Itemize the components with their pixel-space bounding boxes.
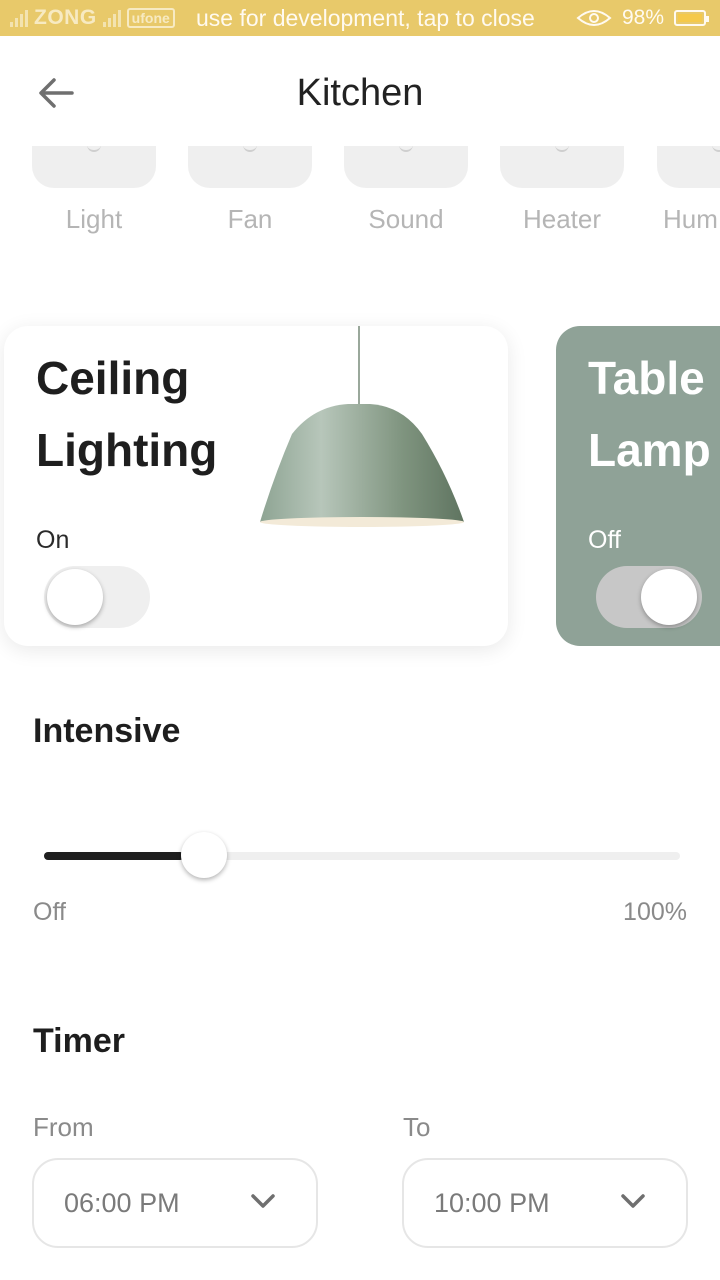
category-label: Fan [227, 204, 273, 234]
status-left: ZONG ufone [10, 6, 175, 30]
device-title: Ceiling Lighting [36, 342, 217, 486]
device-title-line: Table [588, 352, 705, 404]
category-heater[interactable]: Heater [500, 146, 624, 235]
intensity-heading: Intensive [33, 712, 181, 750]
heater-icon [500, 146, 624, 188]
humidifier-icon [657, 146, 720, 188]
device-title-line: Lamp [588, 424, 711, 476]
device-title-line: Lighting [36, 424, 218, 476]
category-sound[interactable]: Sound [344, 146, 468, 235]
pendant-lamp-image [260, 326, 464, 527]
signal-icon [102, 9, 121, 27]
category-humidifier[interactable]: Hum [657, 146, 720, 235]
slider-fill [44, 852, 184, 860]
signal-icon [10, 9, 28, 27]
category-label: Heater [522, 204, 602, 234]
status-message[interactable]: use for development, tap to close [196, 5, 535, 32]
battery-icon [674, 10, 709, 26]
toggle-knob [641, 569, 697, 625]
category-label: Light [65, 204, 123, 234]
category-fan[interactable]: Fan [188, 146, 312, 235]
slider-max-label: 100% [623, 898, 687, 926]
device-title: Table Lamp [588, 342, 711, 486]
from-time-value: 06:00 PM [64, 1188, 180, 1218]
category-light[interactable]: Light [32, 146, 156, 235]
chevron-down-icon [251, 1194, 275, 1208]
intensity-slider[interactable] [44, 832, 680, 880]
carrier-name-2: ufone [126, 8, 175, 28]
battery-percent: 98% [621, 6, 664, 29]
eye-icon [576, 10, 612, 26]
page-title: Kitchen [296, 72, 424, 114]
from-label: From [33, 1112, 94, 1142]
light-icon [32, 146, 156, 188]
device-toggle[interactable] [44, 566, 150, 628]
chevron-down-icon [621, 1194, 645, 1208]
slider-min-label: Off [33, 898, 66, 926]
status-right: 98% [576, 6, 709, 30]
app-header: Kitchen [0, 36, 720, 146]
from-time-select[interactable]: 06:00 PM [32, 1158, 318, 1248]
to-time-select[interactable]: 10:00 PM [402, 1158, 688, 1248]
timer-heading: Timer [33, 1022, 125, 1060]
device-state-label: On [36, 526, 70, 554]
status-bar: ZONG ufone use for development, tap to c… [0, 0, 720, 36]
category-label: Hum [663, 204, 718, 234]
to-time-value: 10:00 PM [434, 1188, 550, 1218]
device-card-ceiling-lighting[interactable]: Ceiling Lighting On [4, 326, 508, 646]
device-state-label: Off [588, 526, 621, 554]
fan-icon [188, 146, 312, 188]
device-title-line: Ceiling [36, 352, 190, 404]
sound-icon [344, 146, 468, 188]
slider-thumb[interactable] [181, 832, 227, 878]
device-card-table-lamp[interactable]: Table Lamp Off [556, 326, 720, 646]
device-toggle[interactable] [596, 566, 702, 628]
carrier-name: ZONG [34, 6, 97, 29]
to-label: To [403, 1112, 431, 1142]
category-strip: Light Fan Sound Heater Hum [0, 146, 720, 256]
toggle-knob [47, 569, 103, 625]
category-label: Sound [368, 204, 444, 234]
